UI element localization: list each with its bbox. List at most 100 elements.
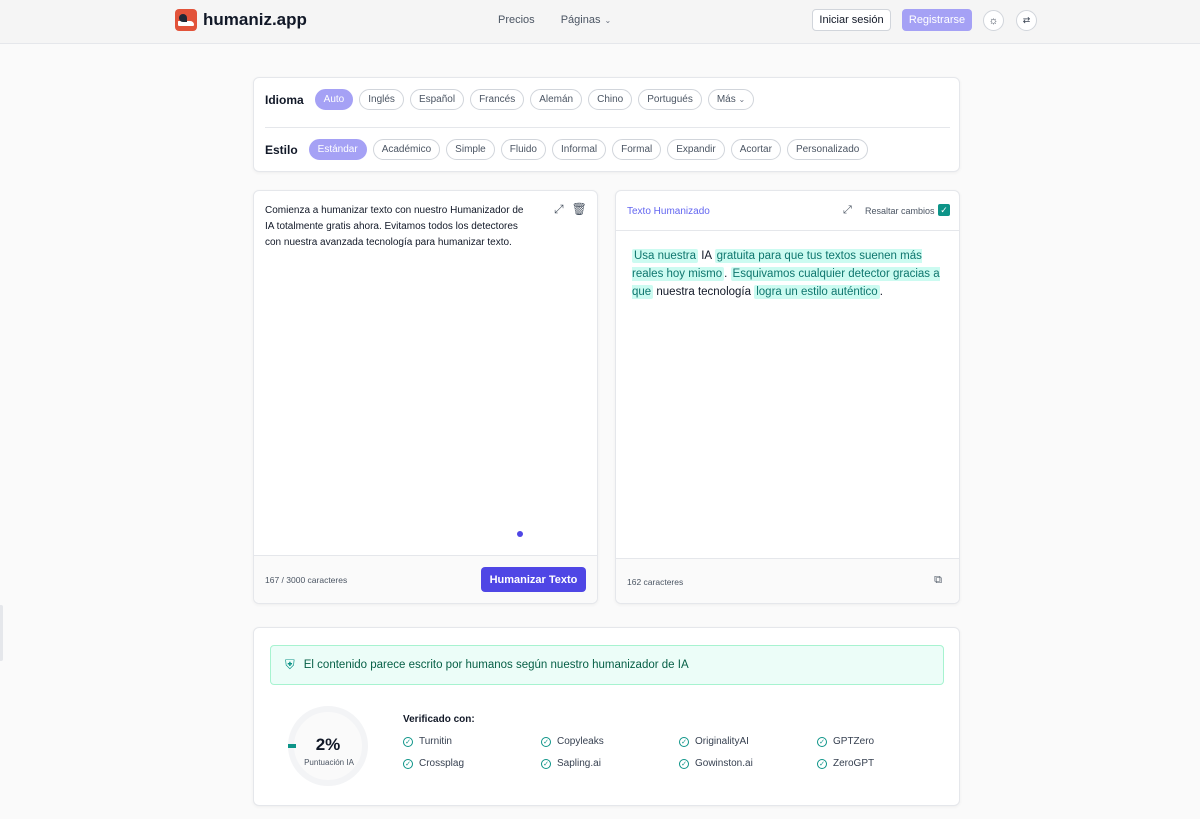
brand-logo[interactable]: humaniz.app <box>175 9 307 31</box>
top-header: humaniz.app Precios Páginas ⌄ Iniciar ses… <box>0 0 1200 44</box>
lang-chip-portugues[interactable]: Portugués <box>638 89 702 110</box>
detector-item: ✓ Turnitin <box>403 736 541 747</box>
check-circle-icon: ✓ <box>817 736 827 747</box>
input-char-count: 167 / 3000 caracteres <box>265 575 348 585</box>
output-header: Texto Humanizado ⤢ Resaltar cambios ✓ <box>616 191 959 231</box>
copy-icon[interactable]: ⧉ <box>934 574 942 587</box>
result-card: ⛨ El contenido parece escrito por humano… <box>253 627 960 806</box>
lang-chip-aleman[interactable]: Alemán <box>530 89 583 110</box>
nav-precios-label: Precios <box>498 14 535 26</box>
style-chip-estandar[interactable]: Estándar <box>308 139 367 160</box>
output-title: Texto Humanizado <box>627 206 710 217</box>
detector-name: Turnitin <box>419 736 452 747</box>
plain-segment: IA <box>701 250 712 262</box>
language-label: Idioma <box>265 92 304 107</box>
check-circle-icon: ✓ <box>679 736 689 747</box>
humanize-button[interactable]: Humanizar Texto <box>481 567 586 592</box>
style-chip-informal[interactable]: Informal <box>552 139 607 160</box>
style-chip-fluido[interactable]: Fluido <box>500 139 546 160</box>
login-button[interactable]: Iniciar sesión <box>812 9 891 31</box>
nav-paginas-label: Páginas <box>560 14 601 26</box>
detector-name: ZeroGPT <box>833 758 875 769</box>
detector-name: OriginalityAI <box>695 736 749 747</box>
theme-toggle-button[interactable]: ☼ <box>983 10 1004 31</box>
lang-chip-auto[interactable]: Auto <box>314 89 354 110</box>
check-circle-icon: ✓ <box>541 736 551 747</box>
style-chip-formal[interactable]: Formal <box>612 139 662 160</box>
sun-icon: ☼ <box>988 14 999 27</box>
translate-icon: ⇄ <box>1022 15 1031 25</box>
detector-name: Crossplag <box>419 758 465 769</box>
check-circle-icon: ✓ <box>403 736 413 747</box>
trash-icon[interactable]: 🗑 <box>572 202 587 217</box>
highlighted-segment: logra un estilo auténtico <box>754 285 880 299</box>
ai-score-gauge: 2% Puntuación IA <box>288 706 368 786</box>
check-circle-icon: ✓ <box>541 758 551 769</box>
plain-segment: nuestra tecnología <box>656 286 752 298</box>
ai-score-label: Puntuación IA <box>304 758 354 767</box>
detector-item: ✓ Copyleaks <box>541 736 679 747</box>
chevron-down-icon: ⌄ <box>604 15 612 25</box>
options-card: Idioma Auto Inglés Español Francés Alemá… <box>253 77 960 172</box>
options-divider <box>265 127 950 128</box>
detector-name: GPTZero <box>833 736 875 747</box>
style-chip-acortar[interactable]: Acortar <box>730 139 781 160</box>
brand-name: humaniz.app <box>203 10 307 29</box>
highlighted-segment: Usa nuestra <box>632 249 699 263</box>
human-alert: ⛨ El contenido parece escrito por humano… <box>270 645 944 685</box>
check-icon: ✓ <box>940 204 948 215</box>
lang-chip-mas[interactable]: Más ⌄ <box>707 89 755 110</box>
output-footer: 162 caracteres ⧉ <box>616 558 959 603</box>
nav-paginas[interactable]: Páginas ⌄ <box>561 14 611 26</box>
lang-chip-espanol[interactable]: Español <box>409 89 465 110</box>
detector-item: ✓ Crossplag <box>403 758 541 769</box>
detector-list: ✓ Turnitin ✓ Copyleaks ✓ OriginalityAI ✓ GPT… <box>403 736 963 769</box>
detector-item: ✓ GPTZero <box>817 736 955 747</box>
style-chip-expandir[interactable]: Expandir <box>667 139 725 160</box>
plain-segment: . <box>879 286 883 298</box>
lang-more-label: Más <box>716 94 736 105</box>
style-chip-personalizado[interactable]: Personalizado <box>786 139 869 160</box>
side-tab[interactable] <box>0 605 3 661</box>
expand-icon[interactable]: ⤢ <box>843 204 852 217</box>
detector-item: ✓ Sapling.ai <box>541 758 679 769</box>
logo-icon <box>175 9 197 31</box>
nav-precios[interactable]: Precios <box>498 14 535 26</box>
language-row: Idioma Auto Inglés Español Francés Alemá… <box>265 89 755 110</box>
language-switch-button[interactable]: ⇄ <box>1016 10 1037 31</box>
highlight-changes-label: Resaltar cambios <box>865 206 935 216</box>
lang-chip-ingles[interactable]: Inglés <box>359 89 404 110</box>
check-circle-icon: ✓ <box>817 758 827 769</box>
editor-footer: 167 / 3000 caracteres Humanizar Texto <box>254 555 597 603</box>
detector-item: ✓ ZeroGPT <box>817 758 955 769</box>
expand-icon[interactable]: ⤢ <box>554 202 564 217</box>
lang-chip-frances[interactable]: Francés <box>470 89 525 110</box>
style-label: Estilo <box>265 142 298 157</box>
output-char-count: 162 caracteres <box>627 577 684 587</box>
check-circle-icon: ✓ <box>679 758 689 769</box>
style-chip-simple[interactable]: Simple <box>446 139 495 160</box>
highlight-changes-checkbox[interactable]: ✓ <box>938 204 950 216</box>
lang-chip-chino[interactable]: Chino <box>588 89 633 110</box>
style-row: Estilo Estándar Académico Simple Fluido … <box>265 139 869 160</box>
alert-text: El contenido parece escrito por humanos … <box>303 659 689 671</box>
plain-segment: . <box>724 268 728 280</box>
detector-name: Gowinston.ai <box>695 758 753 769</box>
editor-tools: ⤢ 🗑 <box>554 202 587 217</box>
input-editor-card: Comienza a humanizar texto con nuestro H… <box>253 190 598 604</box>
style-chip-academico[interactable]: Académico <box>372 139 441 160</box>
ai-score-value: 2% <box>315 735 341 754</box>
input-textarea[interactable]: Comienza a humanizar texto con nuestro H… <box>265 203 527 251</box>
register-button[interactable]: Registrarse <box>902 9 972 31</box>
main-nav: Precios Páginas ⌄ <box>498 14 611 26</box>
detector-name: Sapling.ai <box>557 758 601 769</box>
detector-item: ✓ Gowinston.ai <box>679 758 817 769</box>
detector-name: Copyleaks <box>557 736 604 747</box>
output-card: Texto Humanizado ⤢ Resaltar cambios ✓ Us… <box>615 190 960 604</box>
detector-item: ✓ OriginalityAI <box>679 736 817 747</box>
check-circle-icon: ✓ <box>403 758 413 769</box>
verified-title: Verificado con: <box>403 714 475 725</box>
output-text: Usa nuestra IA gratuita para que tus tex… <box>632 247 950 301</box>
cursor-dot <box>517 531 523 537</box>
shield-check-icon: ⛨ <box>285 657 295 672</box>
